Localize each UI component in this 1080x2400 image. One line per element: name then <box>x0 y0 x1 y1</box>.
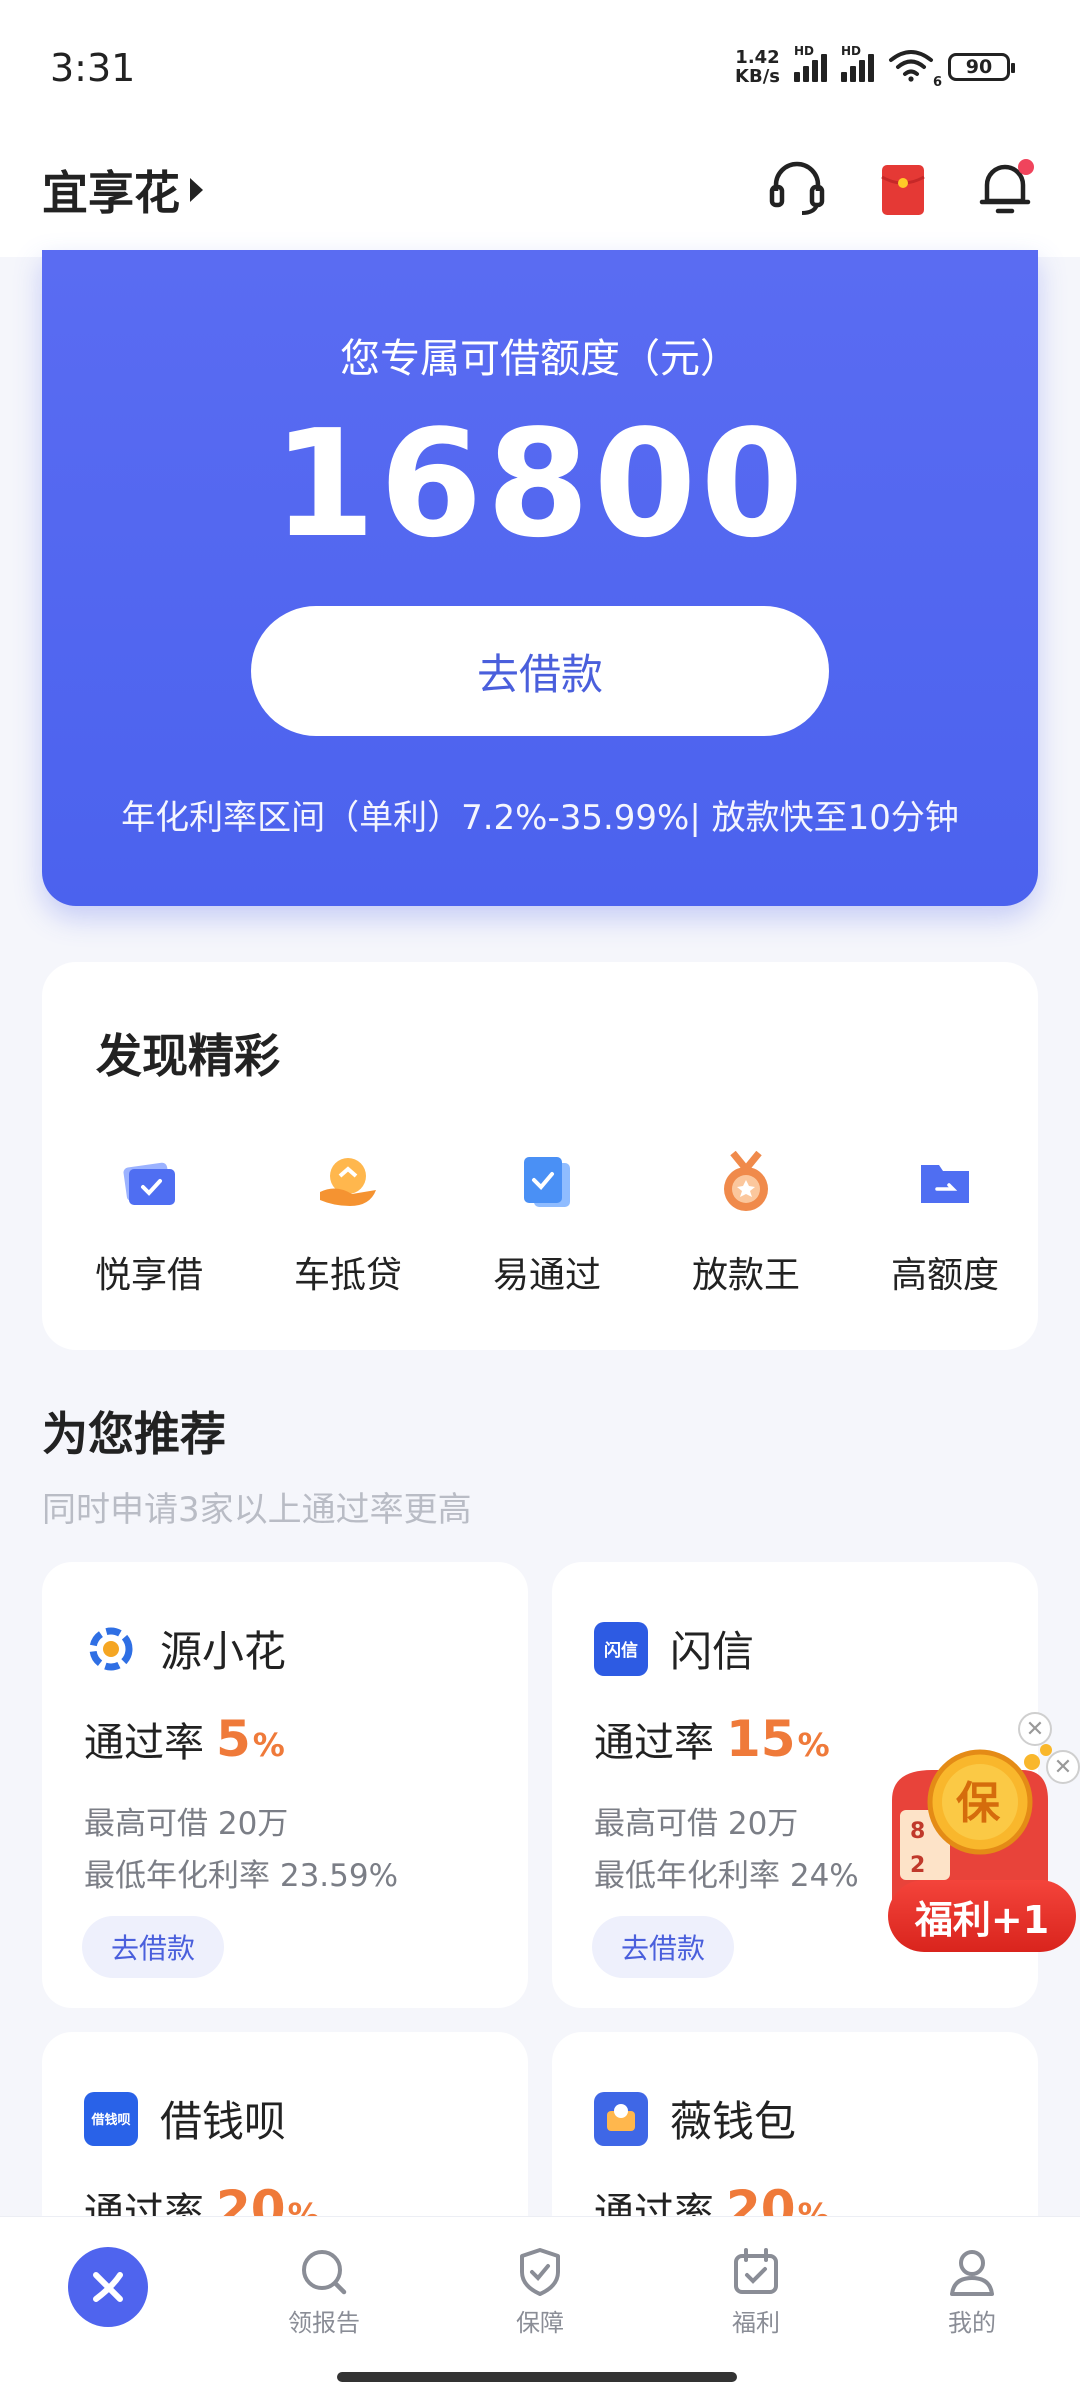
nav-item-welfare[interactable]: 福利 <box>696 2243 816 2338</box>
net-speed: 1.42 KB/s <box>735 48 780 86</box>
discover-item-label: 悦享借 <box>94 1255 203 1296</box>
min-rate: 最低年化利率 24% <box>594 1858 859 1894</box>
caret-right-icon <box>190 178 203 202</box>
pass-rate-value: 5 <box>216 1710 251 1768</box>
loan-card-yuanxiaohua[interactable]: 源小花 通过率 5 % 最高可借 20万 最低年化利率 23.59% 去借款 <box>42 1562 528 2008</box>
loan-product-name: 薇钱包 <box>670 2097 797 2146</box>
interest-rate-info: 年化利率区间（单利）7.2%-35.99%| 放款快至10分钟 <box>121 798 959 838</box>
loan-product-name: 闪信 <box>670 1627 755 1676</box>
car-loan-icon <box>313 1148 383 1218</box>
shanxin-logo-text: 闪信 <box>604 1641 638 1661</box>
shield-icon <box>511 2243 569 2301</box>
loan-card-borrow-button[interactable]: 去借款 <box>82 1916 224 1978</box>
pass-rate: 通过率 15 % <box>594 1710 830 1768</box>
check-doc-icon <box>512 1148 582 1218</box>
pass-rate-unit: % <box>252 1726 285 1764</box>
red-envelope-icon[interactable] <box>870 155 936 221</box>
gesture-bar[interactable] <box>337 2372 737 2382</box>
nav-item-protection[interactable]: 保障 <box>480 2243 600 2338</box>
badge-digit-top: 8 <box>910 1819 925 1844</box>
nav-label: 领报告 <box>288 2309 360 2337</box>
jieqianbei-logo-icon: 借钱呗 <box>84 2091 138 2146</box>
wifi-icon: 6 <box>888 48 942 90</box>
discover-item-label: 车抵贷 <box>293 1255 402 1296</box>
loan-product-name: 源小花 <box>160 1627 287 1676</box>
welfare-plus-label: 福利+1 <box>888 1880 1076 1952</box>
sim2-tag: HD <box>841 44 862 58</box>
battery-icon: 90 <box>948 53 1015 81</box>
weiqianbao-logo-icon <box>594 2091 648 2146</box>
recommend-subtitle: 同时申请3家以上通过率更高 <box>42 1490 472 1530</box>
max-amount: 最高可借 20万 <box>594 1806 799 1842</box>
search-report-icon <box>295 2243 353 2301</box>
discover-item-fangkuanwang[interactable]: 放款王 <box>651 1148 841 1298</box>
calendar-check-icon <box>727 2243 785 2301</box>
status-bar: 3:31 1.42 KB/s HD HD 6 90 <box>0 0 1080 135</box>
net-speed-unit: KB/s <box>735 66 780 87</box>
app-switcher[interactable]: 宜享花 <box>42 157 203 223</box>
recommend-title: 为您推荐 <box>42 1407 226 1461</box>
credit-limit-amount: 16800 <box>272 398 808 570</box>
nav-home-logo-icon[interactable] <box>68 2247 148 2327</box>
welfare-floating-badge[interactable]: ✕ ✕ 8 2 保 福利+1 <box>872 1712 1080 1956</box>
bell-icon[interactable] <box>972 155 1038 221</box>
badge-digit-bottom: 2 <box>910 1853 925 1878</box>
status-time: 3:31 <box>50 46 136 90</box>
jieqianbei-logo-text: 借钱呗 <box>91 2113 131 2128</box>
sim1-tag: HD <box>794 44 815 58</box>
headset-icon[interactable] <box>764 155 830 221</box>
status-icons: 1.42 KB/s HD HD 6 90 <box>735 44 1015 90</box>
discover-item-yuexiangjie[interactable]: 悦享借 <box>54 1148 244 1298</box>
nav-item-report[interactable]: 领报告 <box>264 2243 384 2338</box>
nav-item-mine[interactable]: 我的 <box>912 2243 1032 2338</box>
borrow-button[interactable]: 去借款 <box>251 606 829 736</box>
app-title: 宜享花 <box>42 166 180 220</box>
loan-product-name: 借钱呗 <box>160 2097 287 2146</box>
loan-card-borrow-button[interactable]: 去借款 <box>592 1916 734 1978</box>
discover-title: 发现精彩 <box>96 1029 280 1083</box>
yuanxiaohua-logo-icon <box>84 1622 138 1676</box>
discover-item-gaoedu[interactable]: 高额度 <box>850 1148 1040 1298</box>
signal-2-icon: HD <box>841 44 874 82</box>
signal-1-icon: HD <box>794 44 827 82</box>
min-rate: 最低年化利率 23.59% <box>84 1858 399 1894</box>
net-speed-value: 1.42 <box>735 47 780 68</box>
discover-item-yitongguo[interactable]: 易通过 <box>452 1148 642 1298</box>
medal-icon <box>711 1148 781 1218</box>
coin-text: 保 <box>956 1778 1001 1829</box>
nav-label: 保障 <box>516 2309 564 2337</box>
nav-label: 我的 <box>948 2309 996 2337</box>
credit-limit-label: 您专属可借额度（元） <box>340 336 740 382</box>
shanxin-logo-icon: 闪信 <box>594 1621 648 1676</box>
discover-item-label: 高额度 <box>890 1255 999 1296</box>
discover-item-label: 易通过 <box>492 1255 601 1296</box>
discover-item-label: 放款王 <box>691 1255 800 1296</box>
app-header: 宜享花 <box>0 135 1080 257</box>
nav-label: 福利 <box>732 2309 780 2337</box>
max-amount: 最高可借 20万 <box>84 1806 289 1842</box>
pass-rate: 通过率 5 % <box>84 1710 285 1768</box>
credit-limit-card: 您专属可借额度（元） 16800 去借款 年化利率区间（单利）7.2%-35.9… <box>42 250 1038 906</box>
pass-rate-value: 15 <box>726 1710 796 1768</box>
card-check-icon <box>114 1148 184 1218</box>
pass-rate-label: 通过率 <box>84 1720 204 1766</box>
wifi-tag: 6 <box>932 75 942 90</box>
discover-section: 发现精彩 悦享借 车抵贷 易通过 放款王 高额度 <box>42 962 1038 1350</box>
pass-rate-label: 通过率 <box>594 1720 714 1766</box>
user-icon <box>943 2243 1001 2301</box>
discover-item-chedidai[interactable]: 车抵贷 <box>253 1148 443 1298</box>
pass-rate-unit: % <box>797 1726 830 1764</box>
wallet-icon <box>910 1148 980 1218</box>
